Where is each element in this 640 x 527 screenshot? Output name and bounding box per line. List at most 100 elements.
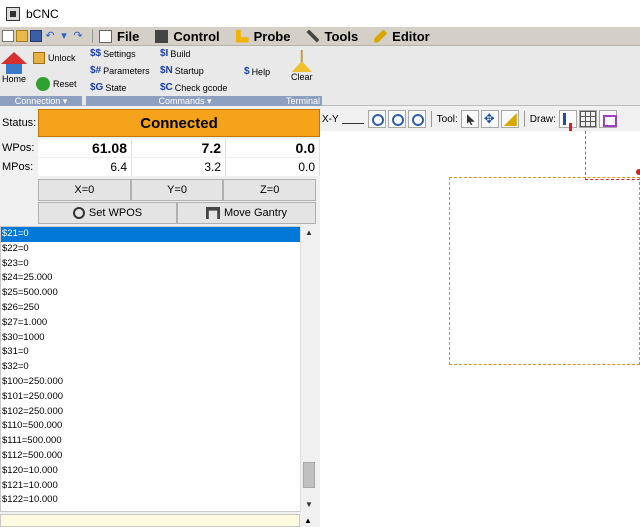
menu-tools[interactable]: Tools xyxy=(306,29,358,44)
set-wpos-label: Set WPOS xyxy=(88,207,143,219)
zero-z-button[interactable]: Z=0 xyxy=(223,179,317,201)
terminal-line[interactable]: $110=500.000 xyxy=(1,419,315,434)
menu-probe[interactable]: Probe xyxy=(235,29,290,44)
help-button[interactable]: $ Help xyxy=(244,66,270,77)
terminal-output-list[interactable]: $21=0 $22=0 $23=0 $24=25.000 $25=500.000 $26=… xyxy=(0,226,316,512)
dollar-icon: $C xyxy=(160,82,173,93)
terminal-line[interactable]: $122=10.000 xyxy=(1,493,315,508)
commands-group-label[interactable]: Commands ▾ xyxy=(86,96,284,106)
probe-icon xyxy=(235,29,249,43)
view-dropdown-icon[interactable] xyxy=(341,114,364,124)
terminal-line[interactable]: $31=0 xyxy=(1,345,315,360)
build-label: Build xyxy=(170,48,191,59)
redo-icon[interactable]: ↷ xyxy=(72,30,84,42)
mpos-z: 0.0 xyxy=(226,158,320,176)
zero-buttons: X=0 Y=0 Z=0 xyxy=(38,179,317,201)
help-label: Help xyxy=(251,66,271,77)
undo-icon[interactable]: ↶ xyxy=(44,30,56,42)
reset-button[interactable]: Reset xyxy=(36,77,77,91)
wpos-z[interactable]: 0.0 xyxy=(226,139,320,157)
build-button[interactable]: $I Build xyxy=(160,48,190,59)
zero-y-button[interactable]: Y=0 xyxy=(130,179,224,201)
editor-icon xyxy=(374,29,388,43)
dollar-icon: $N xyxy=(160,65,173,76)
select-arrow-icon[interactable] xyxy=(460,110,479,128)
terminal-line[interactable]: $120=10.000 xyxy=(1,464,315,479)
zoom-fit-icon[interactable] xyxy=(407,110,426,128)
zoom-in-icon[interactable] xyxy=(367,110,386,128)
toolpath-canvas[interactable] xyxy=(320,131,640,527)
move-gantry-button[interactable]: Move Gantry xyxy=(177,202,316,224)
separator xyxy=(430,111,432,127)
save-icon[interactable] xyxy=(30,30,42,42)
y-axis-line xyxy=(585,131,586,180)
home-button[interactable]: Home xyxy=(1,52,27,84)
terminal-line[interactable]: $27=1.000 xyxy=(1,316,315,331)
dollar-icon: $G xyxy=(90,82,104,93)
terminal-line[interactable]: $26=250 xyxy=(1,301,315,316)
terminal-line[interactable]: $111=500.000 xyxy=(1,434,315,449)
file-icon xyxy=(99,29,112,43)
scroll-up-icon[interactable]: ▲ xyxy=(301,226,317,240)
window-title: bCNC xyxy=(26,6,59,21)
zoom-out-icon[interactable] xyxy=(387,110,406,128)
home-label: Home xyxy=(1,74,26,84)
parameters-label: Parameters xyxy=(103,65,150,76)
scroll-down-icon[interactable]: ▼ xyxy=(301,498,317,512)
startup-button[interactable]: $N Startup xyxy=(160,65,204,76)
dollar-icon: $# xyxy=(90,65,102,76)
terminal-line[interactable]: $25=500.000 xyxy=(1,286,315,301)
menu-editor[interactable]: Editor xyxy=(374,29,430,44)
ruler-icon[interactable] xyxy=(500,110,519,128)
tool-label: Tool: xyxy=(436,113,458,125)
check-gcode-button[interactable]: $C Check gcode xyxy=(160,82,227,93)
menu-file[interactable]: File xyxy=(99,29,139,44)
margin-rect-icon[interactable] xyxy=(598,110,617,128)
terminal-line[interactable]: $22=0 xyxy=(1,242,315,257)
commands-group: $$ Settings $# Parameters $G State $I Build … xyxy=(86,46,284,106)
terminal-line[interactable]: $21=0 xyxy=(1,227,315,242)
menu-control[interactable]: Control xyxy=(155,29,220,44)
command-input[interactable] xyxy=(0,514,300,527)
terminal-line[interactable]: $100=250.000 xyxy=(1,375,315,390)
view-select[interactable]: X-Y xyxy=(322,114,339,125)
terminal-line[interactable]: $102=250.000 xyxy=(1,405,315,420)
command-scroll-up-icon[interactable]: ▲ xyxy=(300,514,316,527)
terminal-line[interactable]: $24=25.000 xyxy=(1,271,315,286)
connection-group-label[interactable]: Connection ▾ xyxy=(0,96,82,106)
terminal-line[interactable]: $32=0 xyxy=(1,360,315,375)
connection-label: Connection xyxy=(14,96,61,106)
draw-label: Draw: xyxy=(529,113,556,125)
app-icon xyxy=(6,6,20,21)
ribbon: Home Unlock Reset Connection ▾ $$ Setting… xyxy=(0,46,640,106)
clear-button[interactable]: Clear xyxy=(291,50,313,82)
wpos-x[interactable]: 61.08 xyxy=(38,139,132,157)
move-icon[interactable] xyxy=(480,110,499,128)
terminal-line[interactable]: $121=10.000 xyxy=(1,479,315,494)
terminal-line[interactable]: $23=0 xyxy=(1,257,315,272)
zero-x-button[interactable]: X=0 xyxy=(38,179,131,201)
open-folder-icon[interactable] xyxy=(16,30,28,42)
startup-label: Startup xyxy=(174,65,204,76)
unlock-button[interactable]: Unlock xyxy=(33,52,76,64)
settings-label: Settings xyxy=(103,48,136,59)
settings-button[interactable]: $$ Settings xyxy=(90,48,136,59)
control-icon xyxy=(155,29,169,43)
commands-label: Commands xyxy=(158,96,205,106)
axes-icon[interactable] xyxy=(558,110,577,128)
state-button[interactable]: $G State xyxy=(90,82,126,93)
unlock-label: Unlock xyxy=(48,53,76,63)
dropdown-icon[interactable]: ▾ xyxy=(58,30,70,42)
terminal-line[interactable]: $112=500.000 xyxy=(1,449,315,464)
mpos-label: MPos: xyxy=(0,158,38,176)
scroll-thumb[interactable] xyxy=(303,462,315,488)
parameters-button[interactable]: $# Parameters xyxy=(90,65,150,76)
new-file-icon[interactable] xyxy=(2,30,14,42)
terminal-line[interactable]: $101=250.000 xyxy=(1,390,315,405)
wpos-y[interactable]: 7.2 xyxy=(132,139,226,157)
quick-access-toolbar: ↶ ▾ ↷ xyxy=(0,29,99,43)
terminal-line[interactable]: $30=1000 xyxy=(1,331,315,346)
grid-icon[interactable] xyxy=(578,110,597,128)
set-wpos-button[interactable]: Set WPOS xyxy=(38,202,177,224)
terminal-scrollbar[interactable]: ▲ ▼ xyxy=(300,226,316,512)
